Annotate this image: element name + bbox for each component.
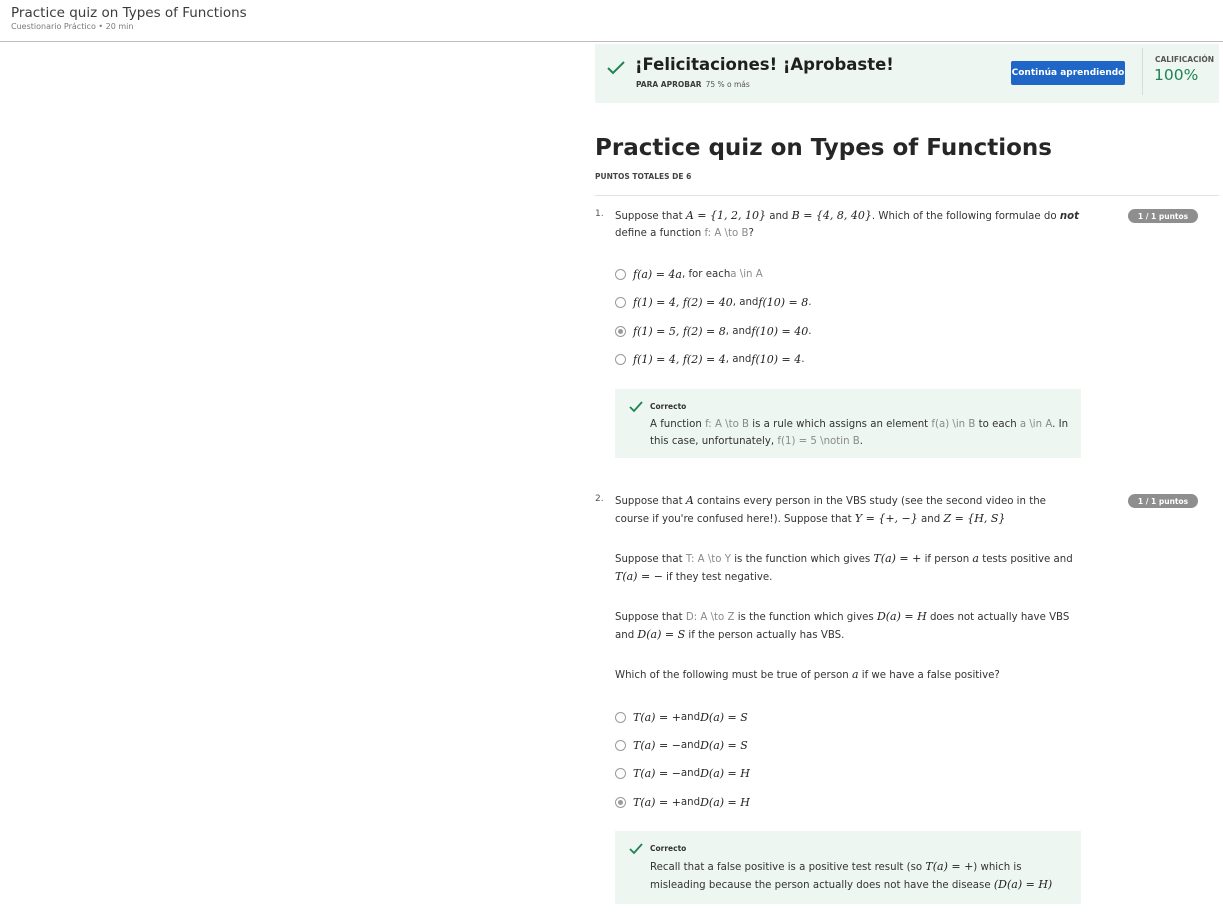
question-2-intro: Suppose that A contains every person in … <box>615 494 1046 525</box>
banner-divider <box>1142 48 1143 95</box>
option-2-1[interactable]: T(a) = + and D(a) = S <box>615 708 748 726</box>
radio-button-selected[interactable] <box>615 325 626 337</box>
question-number: 2. <box>595 494 604 504</box>
radio-button[interactable] <box>615 767 626 779</box>
radio-button-selected[interactable] <box>615 796 626 808</box>
top-bar: Practice quiz on Types of Functions Cues… <box>0 0 1223 42</box>
option-1-4[interactable]: f(1) = 4, f(2) = 4, and f(10) = 4. <box>615 350 805 368</box>
points-badge: 1 / 1 puntos <box>1128 494 1198 508</box>
continue-learning-button[interactable]: Continúa aprendiendo <box>1011 61 1125 85</box>
question-2-prompt: Which of the following must be true of p… <box>615 668 1000 681</box>
total-points: PUNTOS TOTALES DE 6 <box>595 172 692 181</box>
question-number: 1. <box>595 209 604 219</box>
pass-label: PARA APROBAR <box>636 80 702 89</box>
page-header-title: Practice quiz on Types of Functions <box>11 5 247 21</box>
option-2-2[interactable]: T(a) = − and D(a) = S <box>615 736 748 754</box>
option-2-4[interactable]: T(a) = + and D(a) = H <box>615 793 750 811</box>
option-1-2[interactable]: f(1) = 4, f(2) = 40, and f(10) = 8. <box>615 293 812 311</box>
divider <box>595 195 1219 196</box>
feedback-label: Correcto <box>650 402 687 411</box>
question-2-function-d: Suppose that D: A \to Z is the function … <box>615 610 1070 641</box>
option-1-1[interactable]: f(a) = 4a, for each a \in A <box>615 265 763 283</box>
radio-button[interactable] <box>615 268 626 280</box>
check-icon <box>629 843 643 855</box>
pass-value: 75 % o más <box>705 80 750 89</box>
feedback-label: Correcto <box>650 844 687 853</box>
question-2-function-t: Suppose that T: A \to Y is the function … <box>615 552 1073 583</box>
grade-value: 100% <box>1154 66 1199 84</box>
radio-button[interactable] <box>615 739 626 751</box>
pass-banner: ¡Felicitaciones! ¡Aprobaste! PARA APROBA… <box>595 44 1219 103</box>
feedback-text: A function f: A \to B is a rule which as… <box>650 419 1069 447</box>
feedback-correct: Correcto A function f: A \to B is a rule… <box>615 389 1081 458</box>
check-icon <box>629 401 643 413</box>
radio-button[interactable] <box>615 353 626 365</box>
question-1-text: Suppose that A = {1, 2, 10} and B = {4, … <box>615 209 1079 239</box>
feedback-text: Recall that a false positive is a positi… <box>650 860 1053 891</box>
check-icon <box>607 61 625 75</box>
option-1-3[interactable]: f(1) = 5, f(2) = 8, and f(10) = 40. <box>615 322 811 340</box>
quiz-title: Practice quiz on Types of Functions <box>595 135 1052 161</box>
option-2-3[interactable]: T(a) = − and D(a) = H <box>615 764 750 782</box>
pass-requirement: PARA APROBAR 75 % o más <box>636 80 750 89</box>
pass-title: ¡Felicitaciones! ¡Aprobaste! <box>635 55 894 74</box>
points-badge: 1 / 1 puntos <box>1128 209 1198 223</box>
feedback-correct: Correcto Recall that a false positive is… <box>615 831 1081 904</box>
radio-button[interactable] <box>615 711 626 723</box>
radio-button[interactable] <box>615 296 626 308</box>
grade-label: CALIFICACIÓN <box>1155 55 1215 64</box>
page-header-subtitle: Cuestionario Práctico • 20 min <box>11 22 134 31</box>
